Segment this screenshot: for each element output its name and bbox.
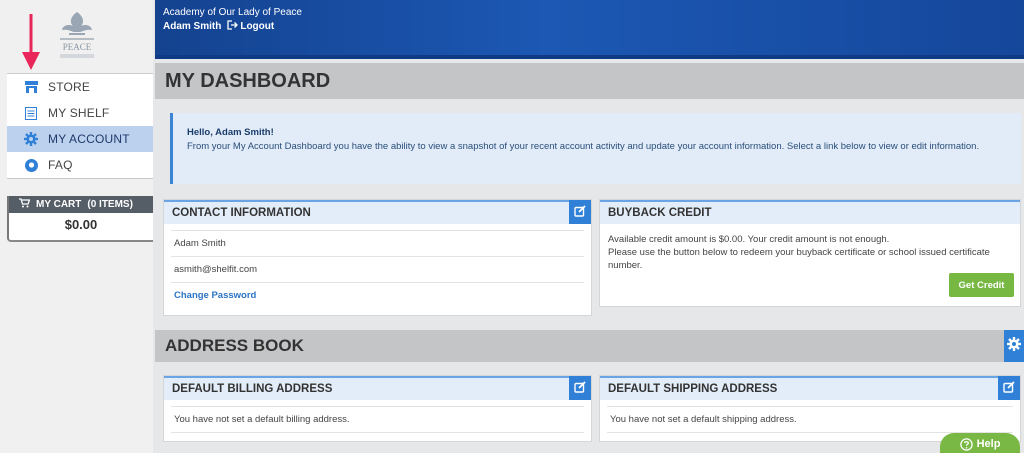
pointer-arrow-icon (22, 14, 40, 70)
panel-title: DEFAULT SHIPPING ADDRESS (608, 383, 778, 395)
edit-billing-address-button[interactable] (569, 376, 591, 400)
sidebar: PEACE STORE MY SHELF MY ACCOUNT FAQ MY C… (0, 0, 153, 453)
sidebar-item-label: MY ACCOUNT (48, 132, 130, 146)
cart-count: (0 ITEMS) (87, 199, 133, 210)
greeting-text: From your My Account Dashboard you have … (187, 141, 980, 152)
sidebar-item-label: STORE (48, 80, 91, 94)
default-shipping-address-panel: DEFAULT SHIPPING ADDRESS You have not se… (599, 375, 1021, 442)
buyback-credit-panel: BUYBACK CREDIT Available credit amount i… (599, 199, 1021, 307)
cart-label: MY CART (36, 199, 82, 210)
site-header: Academy of Our Lady of Peace Adam Smith … (155, 0, 1024, 58)
edit-icon (1003, 380, 1015, 396)
gear-icon (1007, 336, 1021, 356)
sidebar-nav: STORE MY SHELF MY ACCOUNT FAQ (7, 73, 153, 179)
store-icon (24, 80, 38, 94)
logo-wordmark: PEACE (62, 42, 91, 52)
sidebar-item-my-account[interactable]: MY ACCOUNT (7, 126, 153, 152)
get-credit-button[interactable]: Get Credit (949, 273, 1014, 297)
billing-address-message: You have not set a default billing addre… (171, 406, 584, 433)
address-book-settings-button[interactable] (1004, 330, 1024, 362)
edit-icon (574, 380, 586, 396)
help-button[interactable]: Help (940, 433, 1020, 453)
user-name: Adam Smith (163, 21, 222, 32)
panel-title: BUYBACK CREDIT (608, 207, 712, 219)
sidebar-item-store[interactable]: STORE (7, 74, 153, 100)
help-circle-icon (24, 158, 38, 172)
header-stripe (155, 55, 1024, 59)
greeting-hello: Hello, Adam Smith! (187, 127, 274, 138)
address-book-title-bar: ADDRESS BOOK (155, 330, 1024, 362)
address-book-title: ADDRESS BOOK (165, 336, 304, 355)
panel-title: DEFAULT BILLING ADDRESS (172, 383, 333, 395)
contact-name: Adam Smith (171, 230, 584, 257)
edit-icon (574, 204, 586, 220)
buyback-credit-header: BUYBACK CREDIT (600, 200, 1020, 224)
sidebar-item-label: FAQ (48, 158, 73, 172)
buyback-credit-text: Available credit amount is $0.00. Your c… (600, 224, 1020, 272)
edit-shipping-address-button[interactable] (998, 376, 1020, 400)
sidebar-item-faq[interactable]: FAQ (7, 152, 153, 178)
school-name: Academy of Our Lady of Peace (163, 7, 302, 18)
sidebar-item-my-shelf[interactable]: MY SHELF (7, 100, 153, 126)
edit-contact-button[interactable] (569, 200, 591, 224)
logout-label: Logout (240, 21, 275, 32)
gear-icon (24, 132, 38, 146)
list-icon (24, 106, 38, 120)
page-title: MY DASHBOARD (155, 63, 1024, 99)
cart-icon (19, 198, 31, 211)
credit-amount-text: Available credit amount is $0.00. Your c… (608, 234, 890, 245)
logout-link[interactable]: Logout (227, 20, 274, 33)
contact-email: asmith@shelfit.com (171, 257, 584, 283)
contact-information-header: CONTACT INFORMATION (164, 200, 591, 224)
help-icon (959, 438, 973, 453)
welcome-message: Hello, Adam Smith! From your My Account … (170, 113, 1021, 184)
contact-information-panel: CONTACT INFORMATION Adam Smith asmith@sh… (163, 199, 592, 316)
panel-title: CONTACT INFORMATION (172, 207, 311, 219)
default-billing-address-panel: DEFAULT BILLING ADDRESS You have not set… (163, 375, 592, 442)
shipping-address-header: DEFAULT SHIPPING ADDRESS (600, 376, 1020, 400)
user-line: Adam Smith Logout (163, 20, 274, 33)
mini-cart[interactable]: MY CART (0 ITEMS) $0.00 (7, 196, 153, 242)
change-password-row: Change Password (171, 283, 584, 308)
billing-address-header: DEFAULT BILLING ADDRESS (164, 376, 591, 400)
credit-instructions-text: Please use the button below to redeem yo… (608, 247, 990, 271)
cart-header[interactable]: MY CART (0 ITEMS) (9, 196, 153, 213)
help-label: Help (976, 438, 1001, 450)
cart-total: $0.00 (64, 217, 98, 232)
school-crest-icon: PEACE (59, 12, 94, 58)
sidebar-item-label: MY SHELF (48, 106, 110, 120)
shipping-address-message: You have not set a default shipping addr… (607, 406, 1013, 433)
change-password-link[interactable]: Change Password (174, 290, 256, 301)
logout-icon (227, 20, 239, 33)
